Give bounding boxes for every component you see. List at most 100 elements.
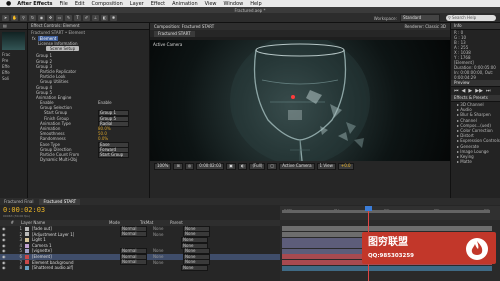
layer-duration-bar[interactable]	[282, 265, 492, 271]
composition-canvas[interactable]: Active Camera	[150, 40, 450, 161]
preview-controls: ⏮ ◀ ▶ ▶▶ ⏭	[451, 87, 500, 95]
watermark-qq: QQ:985303259	[368, 253, 414, 259]
search-help-input[interactable]: ⚲ Search Help	[446, 15, 496, 21]
layer-label-color[interactable]	[25, 232, 29, 237]
layer-label-color[interactable]	[25, 265, 29, 270]
layer-mode-select[interactable]: Normal	[120, 259, 147, 266]
eraser-tool-icon[interactable]: ◧	[101, 14, 108, 21]
current-time-indicator-head[interactable]	[365, 206, 372, 211]
composition-subtab[interactable]: Fractured START	[154, 30, 195, 37]
menu-help[interactable]: Help	[250, 1, 261, 7]
quality-select[interactable]: (Full)	[249, 163, 266, 170]
menu-effect[interactable]: Effect	[151, 1, 165, 7]
layer-list: ◉ 1 [fade out] Normal None None ◉ 2 [Adjustment …	[0, 225, 280, 271]
stamp-tool-icon[interactable]: ⊥	[92, 14, 99, 21]
layer-label-color[interactable]	[25, 226, 29, 231]
layer-duration-bar[interactable]	[282, 226, 492, 232]
last-frame-icon[interactable]: ⏭	[486, 88, 491, 94]
timeline-tab[interactable]: Fractured Final	[0, 199, 37, 205]
snapshot-camera-icon[interactable]: ▣	[226, 163, 236, 170]
camera-tool-icon[interactable]: ◉	[38, 14, 45, 21]
project-panel: ▤ Frac Pre Effe Effe Soli	[0, 23, 28, 198]
grid-toggle-icon[interactable]: ⊞	[173, 163, 183, 170]
layer-name[interactable]: [Shattered audio.aif]	[32, 265, 120, 271]
layer-mode-select[interactable]: Normal	[120, 231, 147, 238]
mask-tool-icon[interactable]: ▭	[56, 14, 63, 21]
selection-tool-icon[interactable]: ➤	[2, 14, 9, 21]
effect-controls-tab[interactable]: Effect Controls: Element	[28, 23, 149, 30]
layer-trkmat[interactable]: None	[153, 260, 183, 266]
timeline-timecode[interactable]: 0:00:02:03	[3, 206, 45, 214]
menu-app[interactable]: After Effects	[17, 1, 52, 7]
preview-tab[interactable]: Preview	[451, 80, 500, 87]
text-tool-icon[interactable]: T	[74, 14, 81, 21]
timeline-tabs: Fractured Final Fractured START	[0, 198, 500, 205]
menu-edit[interactable]: Edit	[75, 1, 85, 7]
watermark-title: 图穷联盟	[368, 237, 408, 248]
composition-subtabbar: Fractured START	[150, 30, 450, 37]
channel-icon[interactable]: ◐	[237, 163, 248, 170]
layer-label-color[interactable]	[25, 254, 29, 259]
timecode-display[interactable]: 0:00:02:03	[196, 163, 225, 170]
layer-label-color[interactable]	[25, 260, 29, 265]
scene-setup-row: Scene Setup	[32, 46, 149, 53]
composition-footer: 100% ⊞ ◎ 0:00:02:03 ▣ ◐ (Full) ▢ Active …	[150, 161, 450, 198]
effects-category-item[interactable]: ▸ Matte	[451, 159, 500, 164]
project-thumbnail	[2, 32, 25, 50]
layer-number: 8	[19, 265, 22, 271]
snapshot-icon[interactable]: ◎	[184, 163, 195, 170]
info-tab[interactable]: Info	[451, 23, 500, 30]
scene-setup-button[interactable]: Scene Setup	[46, 46, 80, 52]
search-placeholder: Search Help	[452, 15, 477, 20]
pan-behind-tool-icon[interactable]: ✥	[47, 14, 54, 21]
zoom-select[interactable]: 100%	[154, 163, 172, 170]
layer-row[interactable]: ◉ 8 [Shattered audio.aif] None	[0, 264, 280, 271]
work-area-bar[interactable]	[282, 210, 490, 213]
info-line: In: 0:00:00:00, Out: 0:00:04:29	[454, 70, 494, 80]
composition-tabbar: Composition: Fractured START Renderer: C…	[150, 23, 450, 30]
first-frame-icon[interactable]: ⏮	[454, 88, 459, 94]
composition-tab[interactable]: Composition: Fractured START	[150, 24, 214, 29]
menu-window[interactable]: Window	[224, 1, 244, 7]
menu-composition[interactable]: Composition	[92, 1, 123, 7]
brush-tool-icon[interactable]: ✐	[83, 14, 90, 21]
camera-view-select[interactable]: Active Camera	[279, 163, 315, 170]
search-icon: ⚲	[448, 15, 451, 20]
menu-animation[interactable]: Animation	[172, 1, 198, 7]
layer-label-color[interactable]	[25, 243, 29, 248]
workspace-control: Workspace: Standard	[373, 14, 440, 22]
menu-view[interactable]: View	[205, 1, 217, 7]
layer-parent-select[interactable]: None	[181, 264, 208, 271]
layer-trkmat[interactable]: None	[153, 232, 183, 238]
zoom-tool-icon[interactable]: ⚲	[20, 14, 27, 21]
views-select[interactable]: 1 View	[316, 163, 336, 170]
workspace-select[interactable]: Standard	[400, 14, 440, 22]
project-tab[interactable]: ▤	[0, 23, 27, 30]
apple-menu-icon[interactable]: ●	[6, 0, 11, 7]
pen-tool-icon[interactable]: ✎	[65, 14, 72, 21]
timeline-tab-active[interactable]: Fractured START	[39, 198, 81, 205]
play-icon[interactable]: ▶	[468, 88, 472, 94]
roi-icon[interactable]: ▢	[267, 163, 278, 170]
layer-label-color[interactable]	[25, 237, 29, 242]
time-ruler[interactable]: 0:00s01s02s03s04s	[280, 206, 500, 220]
effects-presets-tab[interactable]: Effects & Presets	[451, 95, 500, 102]
project-item[interactable]: Soli	[0, 76, 27, 82]
effect-controls-panel: Effect Controls: Element Fractured START…	[28, 23, 150, 198]
exposure-value[interactable]: +0.0	[337, 163, 354, 170]
prev-frame-icon[interactable]: ◀	[462, 88, 466, 94]
menu-file[interactable]: File	[59, 1, 67, 7]
right-panel: Info R : 0G : 10 B : 13 A : 255 X : 1038 Y :…	[450, 23, 500, 198]
window-title: Fractured.aep *	[234, 7, 266, 13]
workspace-label: Workspace:	[373, 15, 397, 21]
hand-tool-icon[interactable]: ✋	[11, 14, 18, 21]
wine-glass-shatter-image	[230, 40, 370, 161]
layer-label-color[interactable]	[25, 249, 29, 254]
effect-param-row[interactable]: Dynamic Multi-Obj	[32, 157, 149, 162]
puppet-tool-icon[interactable]: ✱	[110, 14, 117, 21]
renderer-label[interactable]: Renderer: Classic 3D	[404, 24, 446, 29]
rotate-tool-icon[interactable]: ↻	[29, 14, 36, 21]
next-frame-icon[interactable]: ▶▶	[475, 88, 483, 94]
effect-param-name: Dynamic Multi-Obj	[40, 157, 78, 163]
menu-layer[interactable]: Layer	[130, 1, 144, 7]
